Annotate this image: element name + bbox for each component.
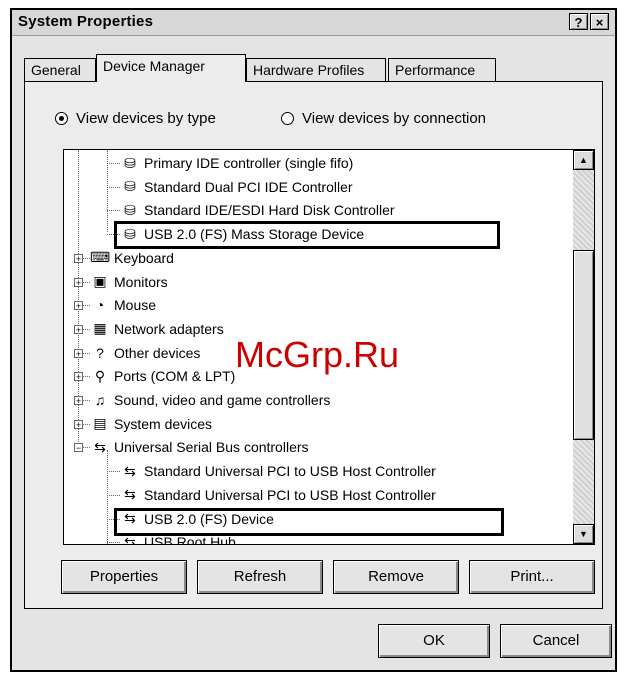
tree-line — [107, 494, 120, 496]
device-label: System devices — [114, 415, 213, 432]
refresh-button[interactable]: Refresh — [197, 560, 323, 594]
system-properties-window: System Properties ? × General Device Man… — [10, 8, 617, 672]
usb-icon: ⇆ — [124, 462, 136, 479]
expand-icon[interactable]: + — [74, 372, 83, 382]
keyboard-icon: ⌨ — [90, 249, 111, 266]
port-icon: ⚲ — [94, 367, 106, 384]
device-label: Network adapters — [114, 320, 224, 337]
close-button[interactable]: × — [590, 13, 609, 30]
disk-controller-icon: ⛁ — [124, 201, 136, 218]
expand-icon[interactable]: + — [74, 301, 83, 311]
disk-controller-icon: ⛁ — [124, 154, 136, 171]
expand-icon[interactable]: + — [74, 277, 83, 287]
device-label: Standard Universal PCI to USB Host Contr… — [144, 463, 436, 480]
device-category[interactable]: ◔ Mouse — [90, 294, 156, 316]
properties-button[interactable]: Properties — [61, 560, 187, 594]
tab-general[interactable]: General — [24, 58, 96, 81]
device-item[interactable]: ⛁ Standard IDE/ESDI Hard Disk Controller — [120, 199, 395, 221]
cancel-button[interactable]: Cancel — [500, 624, 612, 658]
radio-label-by-type: View devices by type — [76, 110, 216, 127]
device-item[interactable]: ⇆ Standard Universal PCI to USB Host Cont… — [120, 484, 436, 506]
mouse-icon: ◔ — [95, 297, 105, 314]
device-label: Standard Universal PCI to USB Host Contr… — [144, 486, 436, 503]
device-item[interactable]: ⇆ Standard Universal PCI to USB Host Cont… — [120, 460, 436, 482]
title-bar: System Properties ? × — [12, 10, 615, 36]
device-label: Standard IDE/ESDI Hard Disk Controller — [144, 202, 395, 219]
device-label: Monitors — [114, 273, 168, 290]
question-icon: ? — [96, 344, 104, 361]
tree-line — [107, 163, 120, 164]
scroll-thumb[interactable] — [573, 250, 594, 440]
device-label: Ports (COM & LPT) — [114, 368, 236, 385]
device-category[interactable]: ⇆ Universal Serial Bus controllers — [90, 436, 309, 458]
expand-icon[interactable]: + — [74, 324, 83, 334]
radio-view-by-type[interactable]: View devices by type — [55, 110, 216, 127]
highlight-box-usb-device — [114, 508, 504, 536]
device-item[interactable]: ⛁ Primary IDE controller (single fifo) — [120, 152, 353, 174]
disk-controller-icon: ⛁ — [124, 178, 136, 195]
tree-line — [107, 471, 120, 473]
expand-icon[interactable]: + — [74, 253, 83, 263]
device-label: Primary IDE controller (single fifo) — [144, 155, 354, 171]
expand-icon[interactable]: + — [74, 396, 83, 406]
tree-line — [107, 210, 120, 212]
device-category[interactable]: ♫ Sound, video and game controllers — [90, 389, 331, 411]
device-category[interactable]: ▤ System devices — [90, 413, 212, 435]
device-category[interactable]: ⚲ Ports (COM & LPT) — [90, 365, 236, 387]
computer-icon: ▤ — [93, 415, 107, 432]
tab-performance[interactable]: Performance — [388, 58, 496, 81]
vertical-scrollbar[interactable]: ▲ ▼ — [573, 150, 594, 544]
device-label: Standard Dual PCI IDE Controller — [144, 178, 353, 195]
tree-line — [107, 542, 120, 544]
expand-icon[interactable]: + — [74, 348, 83, 358]
usb-icon: ⇆ — [94, 438, 106, 455]
ok-button[interactable]: OK — [378, 624, 490, 658]
device-category[interactable]: ⌨ Keyboard — [90, 247, 174, 269]
device-label: Other devices — [114, 344, 201, 361]
radio-unselected-indicator — [281, 112, 294, 125]
window-title: System Properties — [18, 13, 154, 30]
device-label: Keyboard — [114, 249, 174, 266]
monitor-icon: ▣ — [93, 273, 107, 289]
watermark-text: McGrp.Ru — [235, 334, 400, 375]
device-category[interactable]: ▦ Network adapters — [90, 318, 224, 340]
radio-view-by-connection[interactable]: View devices by connection — [281, 110, 486, 127]
radio-label-by-connection: View devices by connection — [302, 110, 486, 127]
tab-device-manager[interactable]: Device Manager — [96, 54, 246, 82]
usb-icon: ⇆ — [124, 486, 136, 503]
device-item[interactable]: ⛁ Standard Dual PCI IDE Controller — [120, 176, 353, 198]
scroll-up-arrow-icon[interactable]: ▲ — [573, 150, 594, 170]
help-button[interactable]: ? — [569, 13, 588, 30]
device-label: Mouse — [114, 297, 157, 314]
tree-line — [107, 186, 120, 188]
collapse-icon[interactable]: − — [74, 443, 83, 453]
tree-line — [107, 450, 108, 544]
device-manager-panel: View devices by type View devices by con… — [24, 81, 603, 609]
device-category[interactable]: ? Other devices — [90, 342, 200, 364]
scroll-down-arrow-icon[interactable]: ▼ — [573, 524, 594, 544]
print-button[interactable]: Print... — [469, 560, 595, 594]
device-label: Universal Serial Bus controllers — [114, 439, 309, 456]
device-label: Sound, video and game controllers — [114, 392, 331, 408]
sound-icon: ♫ — [94, 392, 106, 408]
remove-button[interactable]: Remove — [333, 560, 459, 594]
radio-selected-indicator — [55, 112, 68, 125]
expand-icon[interactable]: + — [74, 419, 83, 429]
tab-hardware-profiles[interactable]: Hardware Profiles — [246, 58, 386, 81]
network-icon: ▦ — [93, 320, 107, 337]
device-category[interactable]: ▣ Monitors — [90, 271, 168, 293]
highlight-box-mass-storage — [114, 221, 500, 249]
